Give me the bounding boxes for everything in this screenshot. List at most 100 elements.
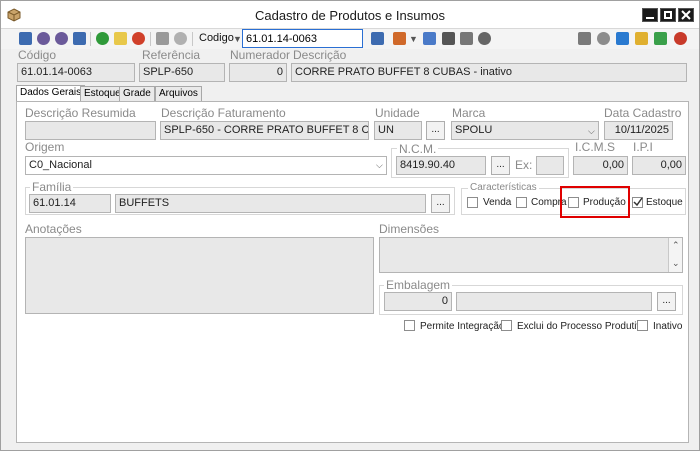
numerador-field[interactable]: 0: [229, 63, 287, 82]
descricao-field[interactable]: CORRE PRATO BUFFET 8 CUBAS - inativo: [291, 63, 687, 82]
calculator-icon[interactable]: [371, 32, 384, 45]
toolbar-separator: [192, 32, 193, 46]
tab-grade[interactable]: Grade: [119, 86, 155, 101]
marca-dropdown[interactable]: SPOLU: [451, 121, 599, 140]
grid-icon[interactable]: [460, 32, 473, 45]
highlight-box: [560, 186, 630, 218]
origem-label: Origem: [25, 140, 65, 154]
ncm-browse-button[interactable]: ...: [491, 156, 510, 175]
unidade-browse-button[interactable]: ...: [426, 121, 445, 140]
save-icon[interactable]: [156, 32, 169, 45]
download-icon[interactable]: [654, 32, 667, 45]
numerador-label: Numerador: [230, 48, 291, 62]
embalagem-label: Embalagem: [384, 278, 453, 292]
referencia-field[interactable]: SPLP-650: [139, 63, 225, 82]
ipi-label: I.P.I: [633, 140, 653, 154]
search-mode-dropdown[interactable]: Codigo: [199, 32, 234, 44]
unidade-label: Unidade: [375, 106, 420, 120]
search-input[interactable]: [242, 29, 363, 48]
scroll-down-icon[interactable]: ⌄: [672, 258, 680, 269]
first-record-icon[interactable]: [19, 32, 32, 45]
estoque-label: Estoque: [646, 197, 683, 208]
caracteristicas-label: Características: [468, 182, 539, 193]
tools-icon[interactable]: [478, 32, 491, 45]
familia-label: Família: [30, 180, 74, 194]
anotacoes-label: Anotações: [25, 222, 82, 236]
maximize-button[interactable]: [660, 8, 676, 22]
add-icon[interactable]: [96, 32, 109, 45]
checkmark-icon: [633, 197, 643, 207]
last-record-icon[interactable]: [73, 32, 86, 45]
inativo-checkbox[interactable]: [637, 320, 648, 331]
tab-dados-gerais[interactable]: Dados Gerais: [16, 85, 86, 102]
dimensoes-label: Dimensões: [379, 222, 440, 236]
next-record-icon[interactable]: [55, 32, 68, 45]
minimize-button[interactable]: [642, 8, 658, 22]
scroll-up-icon[interactable]: ⌃: [672, 240, 680, 251]
estoque-checkbox[interactable]: [632, 197, 643, 208]
toolbar-separator: [90, 32, 91, 46]
key-icon[interactable]: [597, 32, 610, 45]
compra-checkbox[interactable]: [516, 197, 527, 208]
descricao-resumida-field[interactable]: [25, 121, 156, 140]
origem-dropdown[interactable]: C0_Nacional: [25, 156, 387, 175]
permite-integracao-label: Permite Integração: [420, 321, 505, 332]
data-cadastro-field[interactable]: 10/11/2025: [604, 121, 673, 140]
data-cadastro-label: Data Cadastro: [604, 106, 682, 120]
exclui-processo-label: Exclui do Processo Produtivo: [517, 321, 648, 332]
unidade-field[interactable]: UN: [374, 121, 422, 140]
toolbar: Codigo ▼ ▼: [1, 29, 699, 49]
marca-label: Marca: [452, 106, 486, 120]
tab-estoque[interactable]: Estoque: [80, 86, 125, 101]
anotacoes-textarea[interactable]: [25, 237, 374, 314]
ncm-label: N.C.M.: [397, 142, 439, 156]
embalagem-qty-field[interactable]: 0: [384, 292, 452, 311]
dimensoes-scrollbar[interactable]: ⌃ ⌄: [668, 238, 682, 272]
embalagem-desc-field[interactable]: [456, 292, 652, 311]
codigo-label: Código: [18, 48, 57, 62]
chevron-down-icon[interactable]: ▼: [233, 34, 242, 44]
close-icon[interactable]: [674, 32, 687, 45]
previous-record-icon[interactable]: [37, 32, 50, 45]
chart-icon[interactable]: [393, 32, 406, 45]
edit-icon[interactable]: [114, 32, 127, 45]
ex-label: Ex:: [515, 158, 533, 172]
main-window: Cadastro de Produtos e Insumos Codigo ▼ …: [0, 0, 700, 451]
filter-icon[interactable]: [635, 32, 648, 45]
descricao-faturamento-field[interactable]: SPLP-650 - CORRE PRATO BUFFET 8 CU: [160, 121, 369, 140]
window-title: Cadastro de Produtos e Insumos: [254, 8, 446, 23]
venda-label: Venda: [483, 197, 512, 208]
familia-browse-button[interactable]: ...: [431, 194, 450, 213]
familia-code-field[interactable]: 61.01.14: [29, 194, 111, 213]
list-icon[interactable]: [423, 32, 436, 45]
descricao-label: Descrição: [293, 48, 347, 62]
referencia-label: Referência: [142, 48, 201, 62]
inativo-label: Inativo: [653, 321, 683, 332]
permite-integracao-checkbox[interactable]: [404, 320, 415, 331]
codigo-field[interactable]: 61.01.14-0063: [17, 63, 135, 82]
ex-field[interactable]: [536, 156, 564, 175]
exclui-processo-checkbox[interactable]: [501, 320, 512, 331]
dimensoes-textarea[interactable]: [379, 237, 683, 273]
refresh-icon[interactable]: [616, 32, 629, 45]
familia-name-field[interactable]: BUFFETS: [115, 194, 426, 213]
descricao-faturamento-label: Descrição Faturamento: [161, 106, 286, 120]
title-bar: Cadastro de Produtos e Insumos: [1, 1, 699, 29]
chevron-down-icon[interactable]: ⌵: [588, 126, 595, 137]
delete-icon[interactable]: [132, 32, 145, 45]
venda-checkbox[interactable]: [467, 197, 478, 208]
chevron-down-icon[interactable]: ⌵: [376, 160, 383, 171]
barcode-icon[interactable]: [442, 32, 455, 45]
chevron-down-icon[interactable]: ▼: [409, 34, 418, 44]
undo-icon[interactable]: [174, 32, 187, 45]
ipi-field[interactable]: 0,00: [632, 156, 686, 175]
close-window-button[interactable]: [678, 8, 694, 22]
tab-arquivos[interactable]: Arquivos: [155, 86, 202, 101]
ncm-field[interactable]: 8419.90.40: [396, 156, 486, 175]
icms-label: I.C.M.S: [575, 140, 616, 154]
descricao-resumida-label: Descrição Resumida: [25, 106, 136, 120]
embalagem-browse-button[interactable]: ...: [657, 292, 676, 311]
print-icon[interactable]: [578, 32, 591, 45]
icms-field[interactable]: 0,00: [573, 156, 628, 175]
toolbar-separator: [150, 32, 151, 46]
